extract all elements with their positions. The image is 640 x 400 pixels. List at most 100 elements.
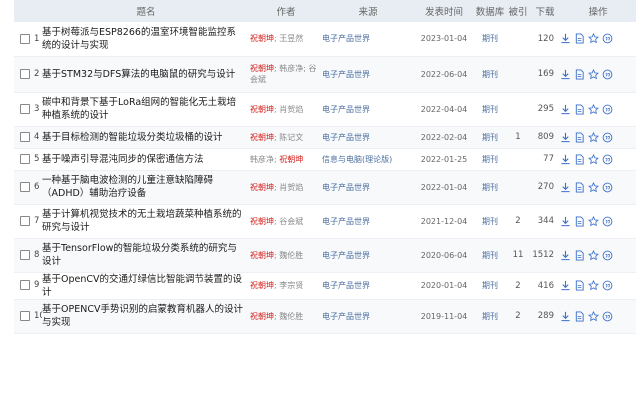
article-downloads[interactable]: 295: [530, 92, 560, 126]
read-icon[interactable]: [574, 131, 585, 143]
author-link[interactable]: 王昱然: [279, 34, 303, 43]
favorite-icon[interactable]: [588, 249, 599, 261]
article-cited[interactable]: 1: [506, 126, 530, 148]
favorite-icon[interactable]: [588, 103, 599, 115]
favorite-icon[interactable]: [588, 131, 599, 143]
article-title[interactable]: 基于OPENCV手势识别的启蒙教育机器人的设计与实现: [42, 299, 250, 333]
article-cited[interactable]: 2: [506, 272, 530, 299]
article-downloads[interactable]: 270: [530, 170, 560, 204]
download-icon[interactable]: [560, 216, 571, 227]
row-checkbox[interactable]: [20, 68, 30, 79]
cite-icon[interactable]: [602, 250, 613, 261]
row-checkbox[interactable]: [20, 181, 30, 192]
author-link[interactable]: 祝朝坤: [250, 105, 274, 114]
article-source[interactable]: 信息与电脑(理论版): [322, 148, 414, 170]
author-link[interactable]: 祝朝坤: [250, 64, 274, 73]
download-icon[interactable]: [560, 69, 571, 80]
article-cited[interactable]: [506, 56, 530, 92]
cite-icon[interactable]: [602, 280, 613, 291]
favorite-icon[interactable]: [588, 33, 599, 44]
row-checkbox[interactable]: [20, 131, 30, 142]
article-downloads[interactable]: 120: [530, 22, 560, 56]
download-icon[interactable]: [560, 104, 571, 115]
read-icon[interactable]: [574, 280, 585, 291]
article-cited[interactable]: [506, 22, 530, 56]
author-link[interactable]: 魏伦胜: [279, 251, 303, 260]
author-link[interactable]: 肖贺焰: [279, 183, 303, 192]
author-link[interactable]: 韩彦净: [250, 155, 274, 164]
cite-icon[interactable]: [602, 69, 613, 80]
favorite-icon[interactable]: [588, 68, 599, 80]
read-icon[interactable]: [574, 215, 585, 227]
author-link[interactable]: 韩彦净: [279, 64, 303, 73]
favorite-icon[interactable]: [588, 181, 599, 193]
author-link[interactable]: 肖贺焰: [279, 105, 303, 114]
author-link[interactable]: 祝朝坤: [250, 34, 274, 43]
read-icon[interactable]: [574, 68, 585, 80]
article-downloads[interactable]: 1512: [530, 238, 560, 272]
row-checkbox[interactable]: [20, 153, 30, 164]
article-cited[interactable]: 11: [506, 238, 530, 272]
article-cited[interactable]: 2: [506, 204, 530, 238]
article-source[interactable]: 电子产品世界: [322, 92, 414, 126]
article-title[interactable]: 碳中和背景下基于LoRa组网的智能化无土栽培种植系统的设计: [42, 92, 250, 126]
author-link[interactable]: 魏伦胜: [279, 312, 303, 321]
article-title[interactable]: 一种基于脑电波检测的儿童注意缺陷障碍（ADHD）辅助治疗设备: [42, 170, 250, 204]
row-checkbox[interactable]: [20, 249, 30, 260]
article-source[interactable]: 电子产品世界: [322, 204, 414, 238]
header-cited[interactable]: 被引: [506, 0, 530, 22]
cite-icon[interactable]: [602, 311, 613, 322]
row-checkbox[interactable]: [20, 310, 30, 321]
download-icon[interactable]: [560, 33, 571, 44]
row-checkbox[interactable]: [20, 33, 30, 44]
header-download[interactable]: 下载: [530, 0, 560, 22]
author-link[interactable]: 祝朝坤: [250, 183, 274, 192]
download-icon[interactable]: [560, 182, 571, 193]
row-checkbox[interactable]: [20, 280, 30, 291]
article-source[interactable]: 电子产品世界: [322, 126, 414, 148]
author-link[interactable]: 祝朝坤: [250, 281, 274, 290]
article-cited[interactable]: [506, 148, 530, 170]
article-title[interactable]: 基于噪声引导混沌同步的保密通信方法: [42, 148, 250, 170]
author-link[interactable]: 祝朝坤: [250, 217, 274, 226]
author-link[interactable]: 李宗贤: [279, 281, 303, 290]
article-title[interactable]: 基于计算机视觉技术的无土栽培蔬菜种植系统的研究与设计: [42, 204, 250, 238]
read-icon[interactable]: [574, 33, 585, 44]
article-title[interactable]: 基于目标检测的智能垃圾分类垃圾桶的设计: [42, 126, 250, 148]
article-downloads[interactable]: 289: [530, 299, 560, 333]
article-source[interactable]: 电子产品世界: [322, 56, 414, 92]
read-icon[interactable]: [574, 310, 585, 322]
cite-icon[interactable]: [602, 154, 613, 165]
row-checkbox[interactable]: [20, 215, 30, 226]
article-title[interactable]: 基于OpenCV的交通灯绿信比智能调节装置的设计: [42, 272, 250, 299]
article-source[interactable]: 电子产品世界: [322, 299, 414, 333]
download-icon[interactable]: [560, 311, 571, 322]
article-downloads[interactable]: 169: [530, 56, 560, 92]
read-icon[interactable]: [574, 181, 585, 193]
article-source[interactable]: 电子产品世界: [322, 238, 414, 272]
download-icon[interactable]: [560, 250, 571, 261]
favorite-icon[interactable]: [588, 153, 599, 165]
cite-icon[interactable]: [602, 104, 613, 115]
cite-icon[interactable]: [602, 216, 613, 227]
cite-icon[interactable]: [602, 33, 613, 44]
article-cited[interactable]: 2: [506, 299, 530, 333]
read-icon[interactable]: [574, 103, 585, 115]
article-downloads[interactable]: 809: [530, 126, 560, 148]
favorite-icon[interactable]: [588, 280, 599, 291]
read-icon[interactable]: [574, 249, 585, 261]
favorite-icon[interactable]: [588, 310, 599, 322]
header-title[interactable]: 题名: [42, 0, 250, 22]
author-link[interactable]: 谷会斌: [279, 217, 303, 226]
article-downloads[interactable]: 416: [530, 272, 560, 299]
article-downloads[interactable]: 344: [530, 204, 560, 238]
cite-icon[interactable]: [602, 182, 613, 193]
article-title[interactable]: 基于TensorFlow的智能垃圾分类系统的研究与设计: [42, 238, 250, 272]
article-source[interactable]: 电子产品世界: [322, 170, 414, 204]
download-icon[interactable]: [560, 280, 571, 291]
header-date[interactable]: 发表时间: [414, 0, 474, 22]
article-source[interactable]: 电子产品世界: [322, 22, 414, 56]
favorite-icon[interactable]: [588, 215, 599, 227]
article-title[interactable]: 基于STM32与DFS算法的电脑鼠的研究与设计: [42, 56, 250, 92]
article-title[interactable]: 基于树莓派与ESP8266的温室环境智能监控系统的设计与实现: [42, 22, 250, 56]
